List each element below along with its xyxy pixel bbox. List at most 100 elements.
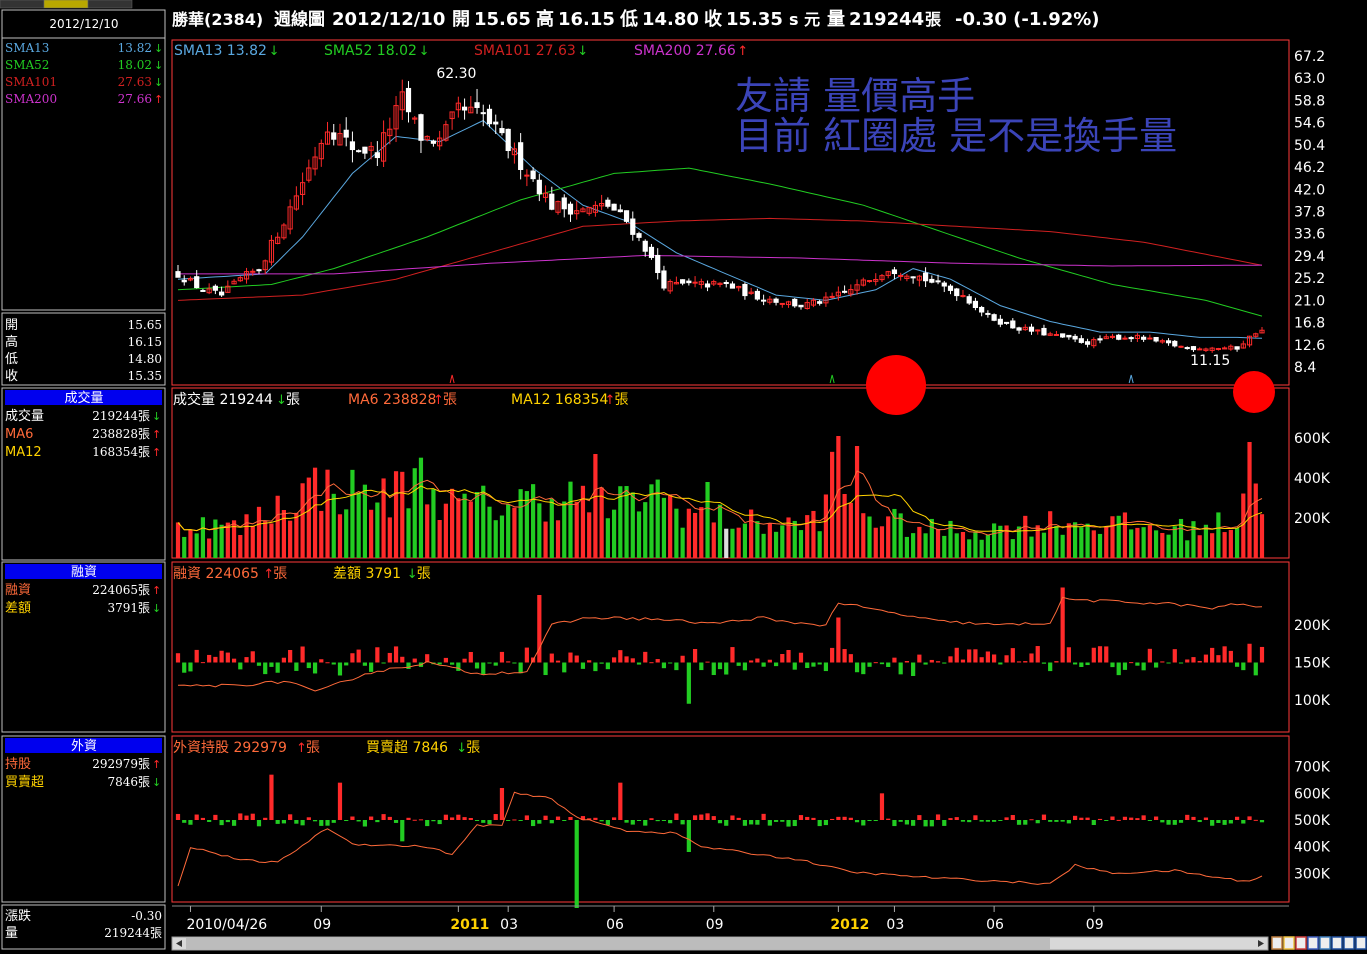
volume-bar (668, 494, 673, 558)
zoom-icon[interactable] (1271, 936, 1283, 950)
price-axis-tick: 33.6 (1294, 227, 1325, 243)
foreign-bar (1060, 820, 1065, 822)
cursor-icon[interactable] (1331, 936, 1343, 950)
open-value: 15.65 (474, 9, 531, 30)
margin-bar (562, 662, 567, 673)
foreign-bar (437, 820, 442, 825)
foreign-bar (1147, 820, 1152, 821)
foreign-bar (1023, 820, 1028, 825)
candle (898, 272, 904, 281)
margin-bar (842, 649, 847, 663)
price-axis-tick: 8.4 (1294, 360, 1316, 376)
candle (306, 159, 312, 183)
volume-bar (773, 531, 779, 558)
candle (200, 288, 206, 292)
foreign-axis-tick: 400K (1294, 840, 1331, 856)
volume-bar (1066, 523, 1071, 558)
volume-bar (948, 520, 953, 558)
tab-2[interactable] (43, 0, 89, 9)
candle-body (922, 272, 929, 282)
volume-bar (643, 502, 648, 558)
margin-bar (711, 662, 716, 676)
foreign-bar (948, 818, 953, 820)
candle-body (194, 276, 200, 289)
volume-bar (350, 469, 355, 558)
candle (698, 278, 704, 289)
foreign-legend: 外資持股 292979 ↑ 張買賣超 7846 ↓ 張 (173, 740, 480, 756)
margin-bar (1185, 659, 1190, 663)
margin-bar (979, 657, 984, 663)
candle (194, 270, 200, 289)
zoom-in-icon[interactable] (1343, 936, 1355, 950)
candle-body (181, 279, 187, 283)
volume-bar (742, 523, 748, 558)
volume-bar (194, 533, 199, 558)
candle-body (1053, 334, 1060, 337)
candle-body (972, 300, 979, 309)
candle (455, 96, 461, 118)
sidebar-row-value: 292979張 (92, 757, 150, 771)
volume-bar (580, 485, 586, 558)
candle-body (461, 106, 468, 111)
candle (1041, 324, 1047, 336)
candle (1128, 336, 1134, 343)
volume-bar (705, 482, 710, 558)
crosshair-icon[interactable] (1319, 936, 1331, 950)
margin-bar (580, 662, 586, 669)
foreign-bar (630, 820, 635, 825)
margin-bar (1073, 662, 1078, 665)
signal-marker (1128, 374, 1134, 384)
volume-bar (256, 506, 262, 558)
scroll-thumb[interactable] (186, 938, 1050, 949)
candle-body (493, 121, 499, 125)
foreign-bar (443, 814, 448, 820)
legend-unit: 張 (306, 740, 320, 756)
tab-1[interactable] (0, 0, 45, 9)
volume-bar (730, 528, 735, 558)
volume-bar (325, 469, 330, 558)
candle-body (966, 296, 972, 304)
volume-bar (369, 509, 374, 558)
sidebar-row-label: 持股 (5, 757, 31, 772)
volume-bar (1210, 533, 1215, 558)
grid-icon[interactable] (1307, 936, 1319, 950)
candle (1022, 324, 1028, 331)
foreign-bars (175, 774, 1265, 908)
foreign-bar (1253, 819, 1258, 821)
margin-bar (992, 654, 997, 663)
candle-body (1172, 340, 1178, 347)
candle (511, 142, 518, 164)
x-axis-label: 06 (986, 917, 1004, 933)
foreign-bar (904, 820, 909, 825)
candle-body (212, 285, 218, 291)
sidebar-sma-arrow: ↑ (154, 93, 163, 106)
foreign-bar (624, 820, 629, 823)
clock-icon[interactable] (1295, 936, 1307, 950)
margin-bar (1085, 662, 1090, 666)
zoom-out-icon[interactable] (1355, 936, 1367, 950)
candle-body (692, 281, 698, 284)
candle-body (219, 291, 225, 296)
volume-bar (842, 494, 847, 558)
horizontal-scrollbar[interactable] (171, 936, 1269, 951)
margin-bar (1166, 662, 1171, 664)
margin-bar (624, 656, 629, 663)
margin-bar (967, 649, 972, 663)
x-axis-label: 06 (606, 917, 624, 933)
tab-3[interactable] (87, 0, 133, 9)
candle (873, 273, 879, 286)
volume-bar (387, 517, 392, 558)
foreign-bar (1073, 815, 1078, 820)
candle (412, 116, 418, 124)
foreign-bar (661, 820, 667, 821)
candle (362, 146, 368, 159)
candle (393, 96, 399, 143)
foreign-bar (468, 817, 473, 820)
sidebar-sma-name: SMA52 (5, 58, 49, 72)
legend-margin-1: 融資 224065 (173, 566, 259, 582)
high-value: 16.15 (558, 9, 615, 30)
foreign-bar (836, 816, 841, 820)
margin-bar (879, 662, 885, 665)
volume-bar (456, 498, 461, 558)
note-icon[interactable] (1283, 936, 1295, 950)
